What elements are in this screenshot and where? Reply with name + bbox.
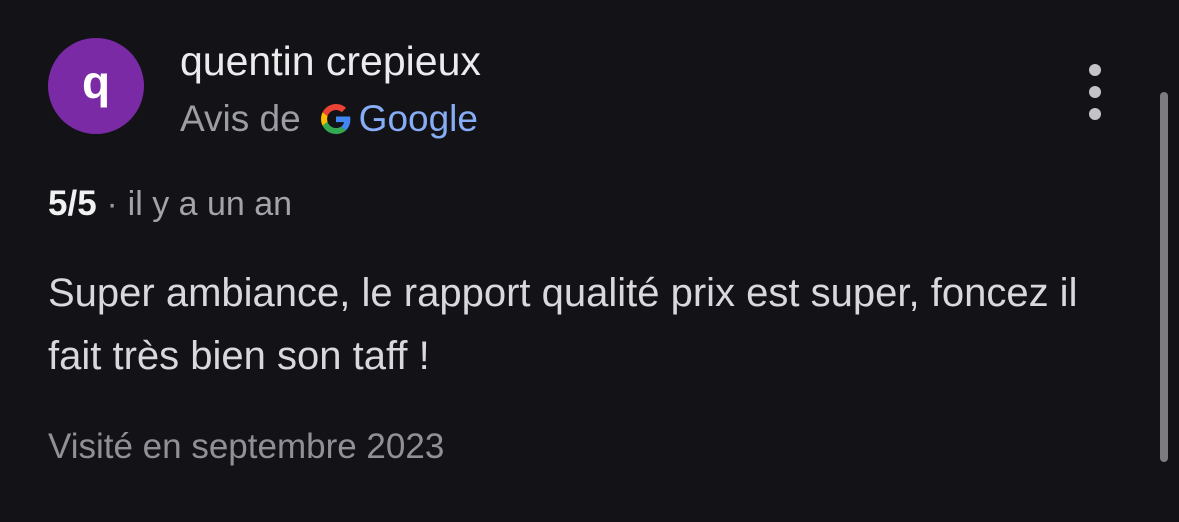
review-text: Super ambiance, le rapport qualité prix … (48, 271, 1078, 378)
avatar[interactable]: q (48, 38, 144, 134)
review-source: Avis de Google (180, 96, 478, 142)
visit-info: Visité en septembre 2023 (48, 427, 445, 466)
source-prefix: Avis de (180, 98, 301, 139)
review-date: il y a un an (127, 184, 293, 223)
source-provider[interactable]: Google (359, 98, 478, 140)
review-meta: 5/5 · il y a un an (48, 182, 292, 226)
rating: 5/5 (48, 184, 97, 223)
more-options-button[interactable] (1076, 64, 1114, 120)
meta-separator: · (106, 185, 118, 222)
avatar-initial: q (81, 56, 111, 108)
more-vertical-icon-dot (1089, 108, 1101, 120)
more-vertical-icon (1089, 64, 1101, 76)
google-g-icon (320, 104, 351, 134)
author-name[interactable]: quentin crepieux (180, 38, 481, 84)
scrollbar[interactable] (1160, 92, 1168, 462)
more-vertical-icon-dot (1089, 86, 1101, 98)
